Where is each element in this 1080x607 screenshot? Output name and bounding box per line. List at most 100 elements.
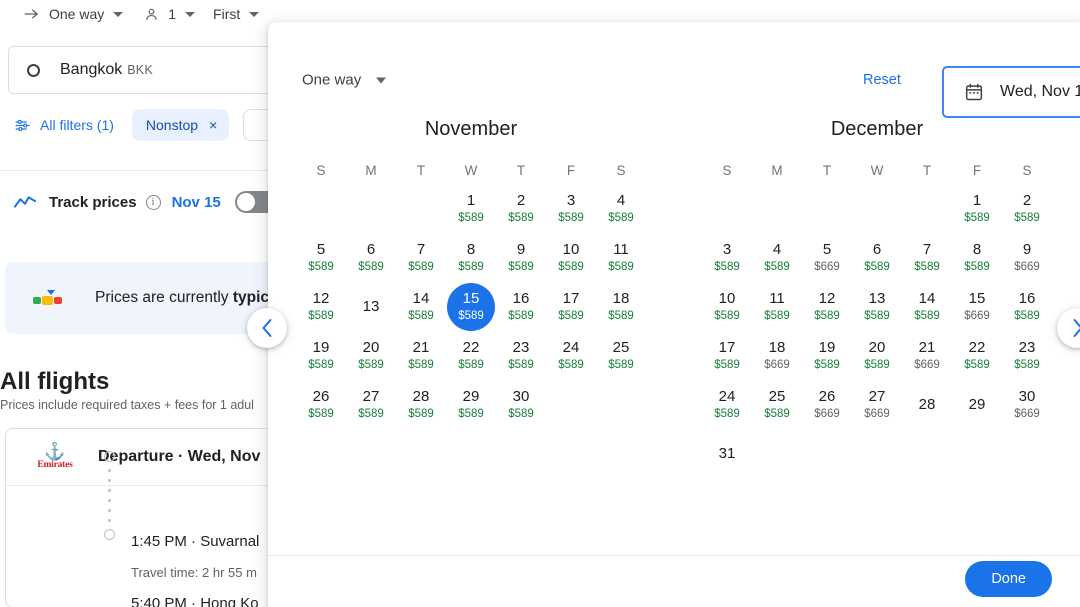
cabin-class-label: First <box>213 6 241 22</box>
calendar-day-cell[interactable]: 18 $589 <box>596 282 646 331</box>
calendar-day-cell[interactable]: 22 $589 <box>952 331 1002 380</box>
calendar-day-cell[interactable]: 7 $589 <box>902 233 952 282</box>
calendar-day-cell[interactable]: 20 $589 <box>346 331 396 380</box>
day-content: 7 $589 <box>903 234 951 282</box>
day-content: 25 $589 <box>753 381 801 429</box>
day-price: $589 <box>508 359 534 371</box>
departure-date-field[interactable]: Wed, Nov 15 <box>942 66 1080 118</box>
calendar-day-cell[interactable]: 12 $589 <box>802 282 852 331</box>
calendar-day-cell[interactable]: 19 $589 <box>802 331 852 380</box>
calendar-day-cell[interactable]: 17 $589 <box>702 331 752 380</box>
weekday-label: T <box>922 163 932 178</box>
done-button[interactable]: Done <box>965 561 1052 597</box>
person-icon <box>141 4 161 24</box>
calendar-day-cell[interactable]: 17 $589 <box>546 282 596 331</box>
calendar-day-cell[interactable]: 14 $589 <box>396 282 446 331</box>
day-content: 31 <box>703 430 751 478</box>
day-price: $589 <box>608 261 634 273</box>
calendar-day-cell[interactable]: 5 $669 <box>802 233 852 282</box>
calendar-day-cell[interactable]: 22 $589 <box>446 331 496 380</box>
calendar-day-cell[interactable]: 21 $589 <box>396 331 446 380</box>
info-icon[interactable]: i <box>145 194 161 210</box>
calendar-day-cell[interactable]: 9 $669 <box>1002 233 1052 282</box>
calendar-day-cell[interactable]: 19 $589 <box>296 331 346 380</box>
calendar-day-cell[interactable]: 28 $589 <box>396 380 446 429</box>
calendar-day-cell[interactable]: 27 $669 <box>852 380 902 429</box>
calendar-day-cell[interactable]: 10 $589 <box>546 233 596 282</box>
calendar-day-cell[interactable]: 2 $589 <box>496 184 546 233</box>
calendar-day-cell[interactable]: 29 $589 <box>446 380 496 429</box>
calendar-day-cell[interactable]: 26 $589 <box>296 380 346 429</box>
calendar-day-cell[interactable]: 30 $669 <box>1002 380 1052 429</box>
calendar-day-cell[interactable]: 25 $589 <box>752 380 802 429</box>
calendar-day-cell[interactable]: 16 $589 <box>496 282 546 331</box>
calendar-day-cell[interactable]: 21 $669 <box>902 331 952 380</box>
calendar-day-cell[interactable]: 4 $589 <box>752 233 802 282</box>
calendar-day-cell[interactable]: 3 $589 <box>702 233 752 282</box>
day-number: 12 <box>312 290 330 307</box>
close-icon[interactable]: × <box>209 117 217 133</box>
calendar-day-cell[interactable]: 30 $589 <box>496 380 546 429</box>
trip-type-selector[interactable]: One way <box>22 4 141 24</box>
day-number: 2 <box>1022 192 1032 209</box>
calendar-day-cell[interactable]: 18 $669 <box>752 331 802 380</box>
panel-trip-type-selector[interactable]: One way <box>302 72 387 89</box>
calendar-day-cell[interactable]: 11 $589 <box>596 233 646 282</box>
calendar-day-cell[interactable]: 31 <box>702 429 752 478</box>
day-number: 29 <box>462 388 480 405</box>
day-price: $669 <box>864 408 890 420</box>
calendar-day-cell[interactable]: 15 $669 <box>952 282 1002 331</box>
calendar-day-cell[interactable]: 1 $589 <box>446 184 496 233</box>
all-flights-subtitle: Prices include required taxes + fees for… <box>0 398 254 412</box>
calendar-day-cell[interactable]: 9 $589 <box>496 233 546 282</box>
calendar-day-cell[interactable]: 7 $589 <box>396 233 446 282</box>
previous-month-nav-button[interactable] <box>247 308 287 348</box>
passengers-selector[interactable]: 1 <box>141 4 213 24</box>
calendar-day-cell[interactable]: 20 $589 <box>852 331 902 380</box>
calendar-day-cell[interactable]: 24 $589 <box>546 331 596 380</box>
day-price: $589 <box>714 261 740 273</box>
calendar-day-cell[interactable]: 4 $589 <box>596 184 646 233</box>
day-price: $589 <box>558 261 584 273</box>
calendar-day-cell[interactable]: 28 <box>902 380 952 429</box>
cabin-class-selector[interactable]: First <box>213 6 277 22</box>
flight-result-card[interactable]: ⚓ Emirates Departure · Wed, Nov 1:45 PM … <box>5 428 305 607</box>
calendar-day-cell[interactable]: 6 $589 <box>346 233 396 282</box>
calendar-day-cell[interactable]: 8 $589 <box>952 233 1002 282</box>
calendar-day-cell[interactable]: 14 $589 <box>902 282 952 331</box>
weekday-label: T <box>516 163 526 178</box>
trip-type-label: One way <box>49 6 105 22</box>
calendar-day-cell[interactable]: 11 $589 <box>752 282 802 331</box>
calendar-day-cell[interactable]: 2 $589 <box>1002 184 1052 233</box>
calendar-day-cell[interactable]: 23 $589 <box>1002 331 1052 380</box>
calendar-day-cell[interactable]: 27 $589 <box>346 380 396 429</box>
calendar-day-cell[interactable]: 8 $589 <box>446 233 496 282</box>
day-number: 9 <box>1022 241 1032 258</box>
calendar-day-cell[interactable]: 24 $589 <box>702 380 752 429</box>
month-title: November <box>424 118 518 140</box>
calendar-day-cell[interactable]: 1 $589 <box>952 184 1002 233</box>
filter-chip-nonstop[interactable]: Nonstop × <box>131 109 230 141</box>
calendar-day-cell[interactable]: 13 <box>346 282 396 331</box>
calendar-day-cell[interactable]: 29 <box>952 380 1002 429</box>
day-price: $589 <box>814 310 840 322</box>
calendar-day-cell[interactable]: 5 $589 <box>296 233 346 282</box>
calendar-day-cell[interactable]: 12 $589 <box>296 282 346 331</box>
day-price: $589 <box>308 359 334 371</box>
day-price: $589 <box>864 359 890 371</box>
chevron-down-icon <box>185 11 196 17</box>
all-filters-button[interactable]: All filters (1) <box>14 117 114 134</box>
calendar-day-cell[interactable]: 25 $589 <box>596 331 646 380</box>
calendar-day-cell[interactable]: 10 $589 <box>702 282 752 331</box>
calendar-day-cell[interactable]: 13 $589 <box>852 282 902 331</box>
calendar-day-cell[interactable]: 3 $589 <box>546 184 596 233</box>
reset-button[interactable]: Reset <box>863 72 901 88</box>
weekday-label: T <box>822 163 832 178</box>
calendar-day-cell[interactable]: 26 $669 <box>802 380 852 429</box>
calendar-day-cell[interactable]: 16 $589 <box>1002 282 1052 331</box>
calendar-day-cell[interactable]: 15 $589 <box>446 282 496 331</box>
calendar-day-cell[interactable]: 23 $589 <box>496 331 546 380</box>
day-price: $589 <box>1014 212 1040 224</box>
day-price: $669 <box>764 359 790 371</box>
calendar-day-cell[interactable]: 6 $589 <box>852 233 902 282</box>
